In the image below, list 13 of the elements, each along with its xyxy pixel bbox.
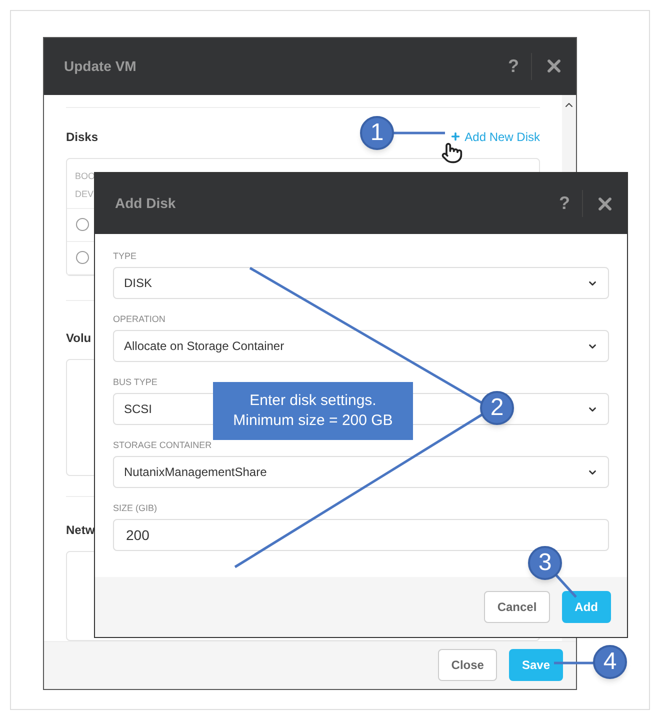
dialog-title: Update VM [64,56,138,76]
field-label: SIZE (GIB) [113,502,158,514]
field-label: STORAGE CONTAINER [113,439,213,451]
section-heading: Volu [66,330,92,347]
column-header: BOO [75,170,96,183]
field-label: TYPE [113,250,138,262]
dialog-title: Add Disk [115,194,177,213]
section-heading: Disks [66,128,98,146]
field-label: BUS TYPE [113,376,158,388]
callout-box: Enter disk settings. Minimum size = 200 GB [213,382,413,440]
section-heading: Netw [66,522,95,539]
field-label: OPERATION [113,313,166,325]
step-marker: 4 [593,645,627,679]
